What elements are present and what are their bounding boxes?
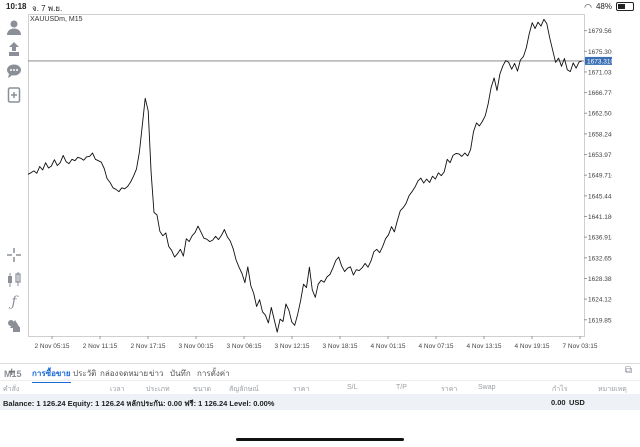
home-indicator	[236, 438, 404, 441]
tab-settings[interactable]: การตั้งค่า	[197, 367, 230, 380]
x-tick-label: 4 Nov 07:15	[418, 343, 453, 350]
plot-frame	[28, 14, 585, 337]
x-tick-label: 4 Nov 01:15	[370, 343, 405, 350]
add-order-button[interactable]: +	[8, 364, 16, 379]
trade-icon[interactable]	[5, 40, 23, 58]
x-tick-label: 3 Nov 12:15	[274, 343, 309, 350]
battery-percent: 48%	[595, 2, 612, 11]
trade-tabs: + การซื้อขาย ประวัติ กล่องจดหมาย ข่าว บั…	[0, 363, 640, 383]
y-tick-label: 1619.855	[588, 317, 612, 324]
status-right: ◠ 48%	[584, 2, 634, 11]
y-tick-label: 1658.240	[588, 131, 612, 138]
expand-panel-icon[interactable]: ⧉	[625, 365, 632, 376]
chart-type-icon[interactable]	[5, 270, 23, 288]
objects-icon[interactable]	[5, 316, 23, 334]
tab-news[interactable]: ข่าว	[149, 367, 163, 380]
indicators-icon[interactable]: ƒ	[5, 293, 23, 311]
x-tick-label: 7 Nov 03:15	[562, 343, 597, 350]
battery-icon	[616, 2, 634, 11]
y-tick-label: 1662.505	[588, 111, 612, 118]
status-time: 10:18	[6, 2, 27, 11]
x-tick-label: 4 Nov 19:15	[514, 343, 549, 350]
x-tick-label: 3 Nov 18:15	[322, 343, 357, 350]
orders-column-header: คำสั่ง เวลา ประเภท ขนาด สัญลักษณ์ ราคา S…	[0, 380, 640, 395]
tab-history[interactable]: ประวัติ	[73, 367, 96, 380]
balance-currency: USD	[569, 398, 585, 407]
y-tick-label: 1628.385	[588, 276, 612, 283]
x-tick-label: 2 Nov 17:15	[130, 343, 165, 350]
chart-canvas[interactable]: 1679.565 1675.300 1671.035 1666.770 1662.505…	[28, 14, 612, 350]
y-tick-label: 1679.565	[588, 28, 612, 35]
y-tick-label: 1653.975	[588, 152, 612, 159]
y-tick-label: 1649.710	[588, 173, 612, 180]
x-tick-label: 3 Nov 06:15	[226, 343, 261, 350]
left-toolbar: ƒ M15	[0, 14, 28, 379]
y-tick-label: 1645.445	[588, 193, 612, 200]
col-tp: T/P	[396, 384, 407, 391]
x-tick-label: 2 Nov 05:15	[34, 343, 69, 350]
account-icon[interactable]	[5, 18, 23, 36]
chat-icon[interactable]	[5, 62, 23, 80]
y-tick-label: 1675.300	[588, 49, 612, 56]
y-tick-label: 1671.035	[588, 69, 612, 76]
tab-trade[interactable]: การซื้อขาย	[32, 367, 71, 383]
x-tick-label: 2 Nov 11:15	[83, 343, 118, 350]
crosshair-icon[interactable]	[5, 246, 23, 264]
price-chart[interactable]: 1679.565 1675.300 1671.035 1666.770 1662.505…	[28, 14, 612, 350]
wifi-icon: ◠	[584, 1, 592, 12]
tab-journal[interactable]: บันทึก	[170, 367, 191, 380]
y-tick-label: 1666.770	[588, 90, 612, 97]
col-sl: S/L	[347, 384, 358, 391]
x-tick-label: 3 Nov 00:15	[178, 343, 213, 350]
y-tick-label: 1624.120	[588, 297, 612, 304]
status-bar: 10:18 จ. 7 พ.ย. ◠ 48%	[0, 0, 640, 14]
current-price-label: 1673.310	[587, 58, 612, 65]
x-tick-label: 4 Nov 13:15	[466, 343, 501, 350]
balance-summary: Balance: 1 126.24 Equity: 1 126.24 หลักป…	[3, 399, 275, 408]
balance-row: Balance: 1 126.24 Equity: 1 126.24 หลักป…	[0, 394, 640, 410]
y-tick-label: 1636.915	[588, 235, 612, 242]
balance-profit: 0.00	[551, 398, 566, 407]
col-swap: Swap	[478, 384, 496, 391]
y-tick-label: 1641.180	[588, 214, 612, 221]
price-series-line	[28, 18, 583, 333]
y-tick-label: 1632.650	[588, 255, 612, 262]
symbol-label: XAUUSDm, M15	[30, 16, 83, 23]
add-document-icon[interactable]	[5, 86, 23, 104]
tab-mailbox[interactable]: กล่องจดหมาย	[100, 367, 148, 380]
